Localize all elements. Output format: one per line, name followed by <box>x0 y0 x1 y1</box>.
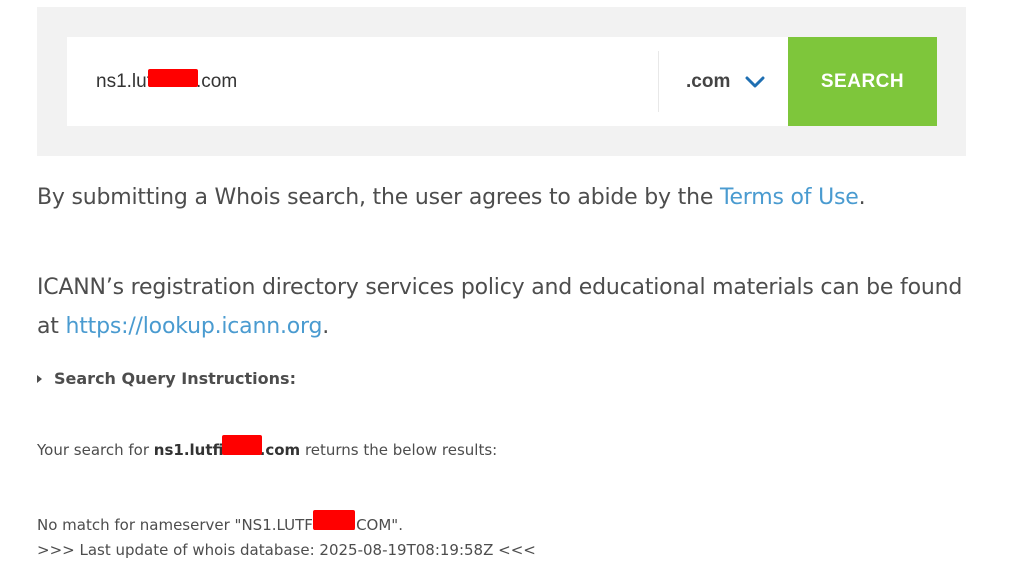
policy-suffix: . <box>322 314 330 339</box>
summary-suffix: returns the below results: <box>300 441 498 459</box>
summary-query-prefix: ns1.lutfi <box>153 441 224 459</box>
terms-of-use-link[interactable]: Terms of Use <box>720 185 859 210</box>
summary-redacted-part <box>221 435 262 455</box>
query-input[interactable]: ns1.lut .com <box>67 37 657 126</box>
result-summary: Your search for ns1.lutfi .com returns th… <box>37 435 498 459</box>
tld-selected-value: .com <box>686 70 731 92</box>
no-match-suffix: .COM". <box>351 516 403 534</box>
query-redacted-part <box>147 68 198 91</box>
redaction-mark <box>147 68 198 87</box>
redaction-mark <box>221 435 262 455</box>
lookup-icann-link[interactable]: https://lookup.icann.org <box>66 314 323 339</box>
instructions-label: Search Query Instructions: <box>54 369 296 388</box>
summary-query-suffix: .com <box>259 441 301 459</box>
no-match-redacted-part <box>313 510 356 530</box>
input-divider <box>658 51 659 112</box>
terms-prefix: By submitting a Whois search, the user a… <box>37 185 720 210</box>
summary-prefix: Your search for <box>37 441 154 459</box>
query-text-prefix: ns1.lut <box>96 70 152 92</box>
search-query-instructions-toggle[interactable]: Search Query Instructions: <box>37 369 296 388</box>
terms-notice: By submitting a Whois search, the user a… <box>37 182 866 214</box>
tld-dropdown[interactable]: .com <box>686 37 765 126</box>
policy-notice: ICANN’s registration directory services … <box>37 268 967 346</box>
no-match-line: No match for nameserver "NS1.LUTFI .COM". <box>37 510 536 538</box>
caret-right-icon <box>37 374 42 383</box>
chevron-down-icon <box>745 75 765 89</box>
terms-suffix: . <box>858 185 866 210</box>
no-match-prefix: No match for nameserver "NS1.LUTFI <box>37 516 318 534</box>
query-text-suffix: .com <box>195 70 238 92</box>
search-box: ns1.lut .com .com <box>67 37 788 126</box>
redaction-mark <box>313 510 356 530</box>
whois-search-panel: ns1.lut .com .com SEARCH <box>37 7 966 156</box>
search-button[interactable]: SEARCH <box>788 37 937 126</box>
whois-result-output: No match for nameserver "NS1.LUTFI .COM".… <box>37 510 536 563</box>
last-update-line: >>> Last update of whois database: 2025-… <box>37 541 536 559</box>
